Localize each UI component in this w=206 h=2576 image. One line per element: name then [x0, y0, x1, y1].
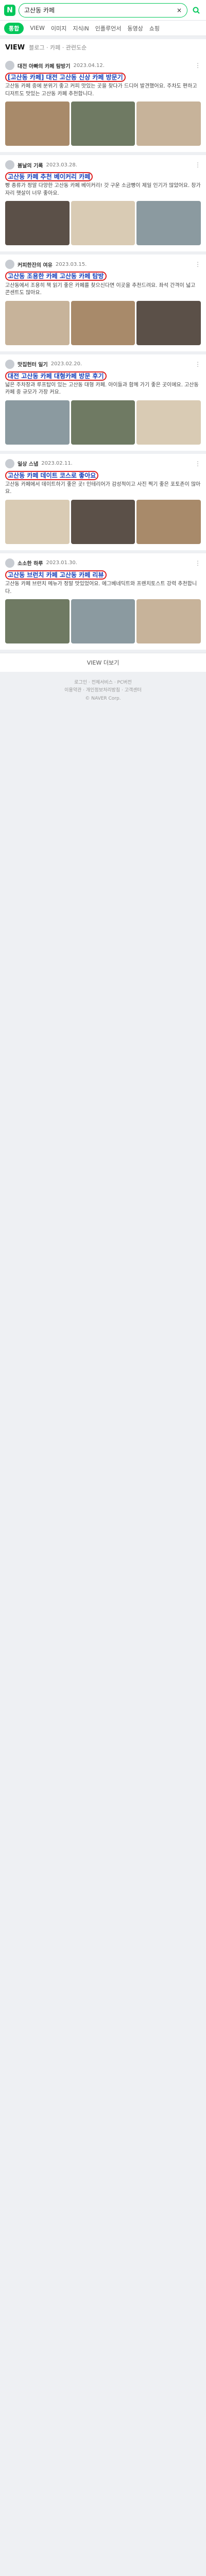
post-title[interactable]: 고산동 카페 추천 베이커리 카페 [5, 172, 201, 182]
post-item[interactable]: 대전 아빠의 카페 탐방기 2023.04.12. ⋮ [고산동 카페] 대전 … [0, 56, 206, 156]
post-body: 고산동 카페 브런치 메뉴가 정말 맛있었어요. 에그베네딕트와 프렌치토스트 … [5, 581, 197, 595]
post-thumbnail[interactable] [5, 400, 70, 445]
more-icon[interactable]: ⋮ [195, 361, 201, 368]
post-meta: 소소한 하루 2023.01.30. ⋮ [5, 558, 201, 568]
post-date: 2023.01.30. [46, 560, 77, 566]
post-author[interactable]: 대전 아빠의 카페 탐방기 [18, 62, 70, 70]
view-feed: 대전 아빠의 카페 탐방기 2023.04.12. ⋮ [고산동 카페] 대전 … [0, 56, 206, 653]
post-thumbnail[interactable] [71, 499, 135, 544]
section-sub: 블로그 · 카페 · 관련도순 [29, 44, 87, 51]
post-body: 넓은 주차장과 루프탑이 있는 고산동 대형 카페. 아이들과 함께 가기 좋은… [5, 382, 199, 396]
post-title[interactable]: 대전 고산동 카페 대형카페 방문 후기 [5, 371, 201, 381]
search-header: N × [0, 0, 206, 21]
post-thumbnail[interactable] [5, 300, 70, 345]
avatar[interactable] [5, 61, 14, 70]
post-body: 고산동에서 조용히 책 읽기 좋은 카페를 찾으신다면 이곳을 추천드려요. 좌… [5, 282, 196, 296]
post-meta: 대전 아빠의 카페 탐방기 2023.04.12. ⋮ [5, 61, 201, 70]
footer-policy[interactable]: 이용약관 · 개인정보처리방침 · 고객센터 [5, 687, 201, 694]
post-thumbnail[interactable] [71, 201, 135, 246]
post-meta: 일상 스냅 2023.02.11. ⋮ [5, 459, 201, 468]
clear-icon[interactable]: × [177, 7, 182, 14]
avatar[interactable] [5, 260, 14, 269]
post-date: 2023.03.28. [46, 162, 77, 168]
post-item[interactable]: 커피한잔의 여유 2023.03.15. ⋮ 고산동 조용한 카페 고산동 카페… [0, 255, 206, 354]
post-body: 고산동 카페 중에 분위기 좋고 커피 맛있는 곳을 찾다가 드디어 발견했어요… [5, 83, 197, 97]
post-thumbnail[interactable] [5, 499, 70, 544]
post-thumbnails [5, 400, 201, 445]
post-author[interactable]: 소소한 하루 [18, 559, 43, 567]
post-thumbnails [5, 599, 201, 644]
post-body: 고산동 카페에서 데이트하기 좋은 곳! 인테리어가 감성적이고 사진 찍기 좋… [5, 481, 201, 495]
post-author[interactable]: 일상 스냅 [18, 460, 38, 467]
post-date: 2023.02.11. [41, 461, 73, 467]
post-item[interactable]: 맛집헌터 일기 2023.02.20. ⋮ 대전 고산동 카페 대형카페 방문 … [0, 354, 206, 454]
post-thumbnail[interactable] [71, 101, 135, 146]
post-thumbnail[interactable] [136, 300, 201, 345]
post-thumbnail[interactable] [136, 400, 201, 445]
footer-links[interactable]: 로그인 · 전체서비스 · PC버전 [5, 679, 201, 687]
tab-kin[interactable]: 지식iN [73, 24, 89, 32]
more-icon[interactable]: ⋮ [195, 560, 201, 567]
avatar[interactable] [5, 359, 14, 369]
post-title[interactable]: 고산동 카페 데이트 코스로 좋아요 [5, 470, 201, 480]
avatar[interactable] [5, 558, 14, 568]
post-item[interactable]: 일상 스냅 2023.02.11. ⋮ 고산동 카페 데이트 코스로 좋아요 고… [0, 454, 206, 553]
search-icon[interactable] [191, 5, 202, 16]
tab-view[interactable]: VIEW [30, 25, 45, 31]
more-icon[interactable]: ⋮ [195, 460, 201, 467]
post-thumbnail[interactable] [5, 101, 70, 146]
more-icon[interactable]: ⋮ [195, 161, 201, 168]
post-item[interactable]: 소소한 하루 2023.01.30. ⋮ 고산동 브런치 카페 고산동 카페 리… [0, 553, 206, 653]
post-meta: 봄날의 기록 2023.03.28. ⋮ [5, 160, 201, 170]
search-box[interactable]: × [19, 3, 187, 18]
view-more-button[interactable]: VIEW 더보기 [0, 653, 206, 672]
avatar[interactable] [5, 160, 14, 170]
tab-influencer[interactable]: 인플루언서 [95, 24, 122, 32]
post-thumbnail[interactable] [136, 201, 201, 246]
post-author[interactable]: 봄날의 기록 [18, 161, 43, 169]
search-input[interactable] [24, 6, 174, 14]
post-author[interactable]: 맛집헌터 일기 [18, 360, 48, 368]
post-date: 2023.02.20. [50, 361, 82, 367]
post-thumbnail[interactable] [71, 300, 135, 345]
search-tabs: 통합 VIEW 이미지 지식iN 인플루언서 동영상 쇼핑 [0, 21, 206, 36]
post-thumbnail[interactable] [136, 599, 201, 644]
view-section-header: VIEW 블로그 · 카페 · 관련도순 [0, 39, 206, 56]
section-title: VIEW [5, 43, 25, 52]
post-body: 빵 종류가 정말 다양한 고산동 카페 베이커리! 갓 구운 소금빵이 제일 인… [5, 183, 201, 196]
post-thumbnails [5, 201, 201, 246]
post-thumbnail[interactable] [136, 499, 201, 544]
post-date: 2023.04.12. [73, 62, 105, 69]
post-meta: 커피한잔의 여유 2023.03.15. ⋮ [5, 260, 201, 269]
post-date: 2023.03.15. [55, 261, 87, 267]
post-thumbnails [5, 300, 201, 345]
post-title[interactable]: 고산동 브런치 카페 고산동 카페 리뷰 [5, 570, 201, 580]
more-icon[interactable]: ⋮ [195, 62, 201, 69]
footer-copyright: © NAVER Corp. [85, 696, 121, 701]
tab-integrated[interactable]: 통합 [4, 22, 24, 34]
post-thumbnail[interactable] [71, 400, 135, 445]
naver-logo[interactable]: N [4, 4, 15, 16]
post-item[interactable]: 봄날의 기록 2023.03.28. ⋮ 고산동 카페 추천 베이커리 카페 빵… [0, 155, 206, 255]
post-thumbnails [5, 499, 201, 544]
post-thumbnail[interactable] [71, 599, 135, 644]
post-thumbnail[interactable] [136, 101, 201, 146]
footer: 로그인 · 전체서비스 · PC버전 이용약관 · 개인정보처리방침 · 고객센… [0, 672, 206, 713]
post-author[interactable]: 커피한잔의 여유 [18, 261, 53, 268]
tab-image[interactable]: 이미지 [51, 24, 66, 32]
tab-video[interactable]: 동영상 [127, 24, 143, 32]
more-icon[interactable]: ⋮ [195, 261, 201, 268]
tab-shopping[interactable]: 쇼핑 [149, 24, 160, 32]
post-thumbnails [5, 101, 201, 146]
post-thumbnail[interactable] [5, 599, 70, 644]
post-meta: 맛집헌터 일기 2023.02.20. ⋮ [5, 359, 201, 369]
post-thumbnail[interactable] [5, 201, 70, 246]
avatar[interactable] [5, 459, 14, 468]
post-title[interactable]: [고산동 카페] 대전 고산동 신상 카페 방문기 [5, 73, 201, 82]
post-title[interactable]: 고산동 조용한 카페 고산동 카페 탐방 [5, 272, 201, 281]
